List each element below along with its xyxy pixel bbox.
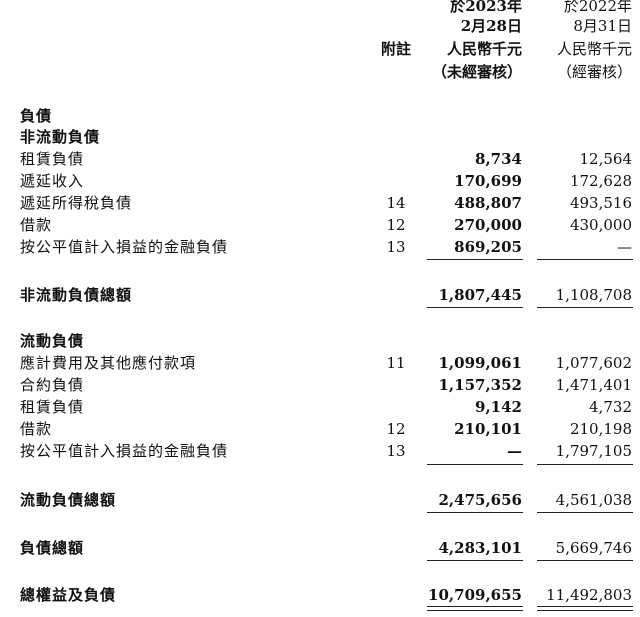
row-note: 13 — [386, 442, 406, 460]
total-rule — [537, 512, 633, 513]
row-label: 遞延所得稅負債 — [20, 194, 133, 212]
row-note: 12 — [386, 420, 406, 438]
total-equity-liabilities-2023: 10,709,655 — [428, 586, 522, 604]
subtotal-rule — [427, 464, 523, 465]
row-note: 13 — [386, 238, 406, 256]
col1-header-line1: 於2023年 — [450, 0, 522, 15]
noncurrent-total-2022: 1,108,708 — [555, 286, 632, 304]
row-label: 租賃負債 — [20, 150, 85, 168]
row-note: 14 — [386, 194, 406, 212]
row-label: 應計費用及其他應付款項 — [20, 354, 197, 372]
total-rule — [427, 512, 523, 513]
current-total-label: 流動負債總額 — [20, 491, 117, 509]
col2-header-line4: （經審核） — [556, 63, 632, 81]
total-rule — [537, 307, 633, 308]
row-label: 遞延收入 — [20, 172, 85, 190]
row-value-2023: 9,142 — [475, 398, 522, 416]
row-value-2022: 493,516 — [569, 194, 632, 212]
col1-header-line2: 2月28日 — [460, 17, 522, 35]
row-value-2022: 210,198 — [569, 420, 632, 438]
row-value-2022: — — [617, 238, 632, 256]
row-label: 借款 — [20, 216, 53, 234]
row-value-2023: 1,157,352 — [438, 376, 522, 394]
col2-header-line2: 8月31日 — [573, 17, 632, 35]
row-label: 借款 — [20, 420, 53, 438]
total-equity-liabilities-label: 總權益及負債 — [20, 586, 117, 604]
row-label: 按公平值計入損益的金融負債 — [20, 442, 229, 460]
row-value-2023: — — [507, 442, 522, 460]
row-value-2023: 1,099,061 — [438, 354, 522, 372]
col1-header-line3: 人民幣千元 — [446, 40, 522, 58]
row-value-2023: 210,101 — [454, 420, 522, 438]
subtotal-rule — [427, 259, 523, 260]
row-value-2023: 8,734 — [475, 150, 522, 168]
row-value-2022: 172,628 — [569, 172, 632, 190]
current-total-2023: 2,475,656 — [438, 491, 522, 509]
col1-header-line4: （未經審核） — [431, 63, 522, 81]
row-note: 11 — [386, 354, 406, 372]
row-label: 租賃負債 — [20, 398, 85, 416]
row-value-2022: 1,471,401 — [555, 376, 632, 394]
noncurrent-liabilities-title: 非流動負債 — [20, 128, 101, 146]
row-value-2023: 869,205 — [454, 238, 522, 256]
subtotal-rule — [537, 259, 633, 260]
row-value-2023: 270,000 — [454, 216, 522, 234]
row-value-2022: 430,000 — [569, 216, 632, 234]
current-total-2022: 4,561,038 — [555, 491, 632, 509]
row-value-2022: 1,077,602 — [555, 354, 632, 372]
double-rule — [427, 606, 523, 611]
row-label: 按公平值計入損益的金融負債 — [20, 238, 229, 256]
total-rule — [537, 560, 633, 561]
col2-header-line3: 人民幣千元 — [556, 40, 632, 58]
current-liabilities-title: 流動負債 — [20, 332, 85, 350]
total-liabilities-2022: 5,669,746 — [555, 539, 632, 557]
row-label: 合約負債 — [20, 376, 85, 394]
total-rule — [427, 560, 523, 561]
total-equity-liabilities-2022: 11,492,803 — [546, 586, 632, 604]
row-value-2022: 1,797,105 — [555, 442, 632, 460]
noncurrent-total-2023: 1,807,445 — [438, 286, 522, 304]
total-rule — [427, 307, 523, 308]
row-value-2022: 12,564 — [579, 150, 633, 168]
note-column-header: 附註 — [380, 40, 411, 58]
row-value-2023: 488,807 — [454, 194, 522, 212]
total-liabilities-2023: 4,283,101 — [438, 539, 522, 557]
total-liabilities-label: 負債總額 — [20, 539, 85, 557]
row-value-2022: 4,732 — [589, 398, 632, 416]
double-rule — [537, 606, 633, 611]
row-value-2023: 170,699 — [454, 172, 522, 190]
liabilities-title: 負債 — [20, 107, 53, 125]
row-note: 12 — [386, 216, 406, 234]
subtotal-rule — [537, 464, 633, 465]
col2-header-line1: 於2022年 — [563, 0, 632, 15]
noncurrent-total-label: 非流動負債總額 — [20, 286, 133, 304]
